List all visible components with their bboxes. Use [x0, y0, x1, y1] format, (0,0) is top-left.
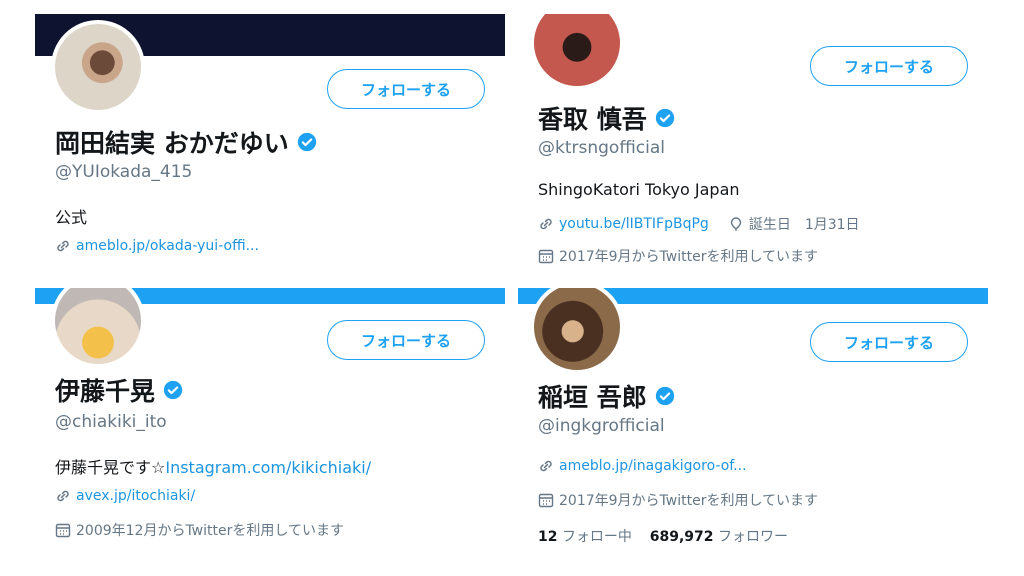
following-count: 12: [538, 529, 558, 545]
handle: @chiakiki_ito: [55, 412, 167, 432]
verified-badge-icon: [655, 108, 674, 128]
bio: 公式: [55, 208, 88, 227]
profile-card-inagaki: フォローする 稲垣 吾郎 @ingkgrofficial ameblo.jp/i…: [518, 288, 988, 558]
avatar[interactable]: [530, 288, 624, 374]
handle: @ktrsngofficial: [538, 138, 665, 158]
following-stat[interactable]: 12 フォロー中: [538, 529, 632, 545]
follow-button[interactable]: フォローする: [810, 46, 968, 86]
link-icon: [540, 460, 552, 472]
profile-link[interactable]: avex.jp/itochiaki/: [55, 488, 195, 504]
display-name-text: 岡田結実 おかだゆい: [55, 129, 289, 158]
joined-date: 2009年12月からTwitterを利用しています: [55, 520, 344, 540]
followers-label: フォロワー: [717, 529, 788, 545]
calendar-icon: [538, 493, 554, 508]
verified-badge-icon: [297, 132, 316, 152]
bio: 伊藤千晃です☆Instagram.com/kikichiaki/: [55, 454, 371, 478]
bio: ShingoKatori Tokyo Japan: [538, 180, 740, 199]
birthday: 誕生日 1月31日: [748, 217, 860, 233]
joined-text: 2009年12月からTwitterを利用しています: [76, 523, 344, 539]
follow-button[interactable]: フォローする: [810, 322, 968, 362]
profile-link[interactable]: ameblo.jp/okada-yui-offi...: [55, 238, 259, 254]
verified-badge-icon: [163, 380, 183, 400]
display-name: 稲垣 吾郎: [538, 378, 675, 414]
link-icon: [540, 218, 552, 230]
followers-stat[interactable]: 689,972 フォロワー: [650, 529, 788, 545]
link-icon: [57, 490, 69, 502]
display-name: 伊藤千晃: [55, 372, 183, 408]
bio-text: 伊藤千晃です☆: [55, 458, 166, 477]
joined-date: 2017年9月からTwitterを利用しています: [538, 490, 818, 510]
profile-link[interactable]: ameblo.jp/inagakigoro-of...: [538, 458, 747, 474]
follow-button[interactable]: フォローする: [327, 69, 485, 109]
calendar-icon: [538, 249, 554, 264]
profile-link-text[interactable]: ameblo.jp/inagakigoro-of...: [559, 458, 747, 474]
balloon-icon: [730, 217, 742, 231]
avatar[interactable]: [51, 20, 145, 114]
follow-button[interactable]: フォローする: [327, 320, 485, 360]
profile-link-text[interactable]: ameblo.jp/okada-yui-offi...: [76, 238, 259, 254]
handle: @ingkgrofficial: [538, 416, 665, 436]
link-icon: [57, 240, 69, 252]
verified-badge-icon: [655, 386, 674, 406]
profile-link-text[interactable]: avex.jp/itochiaki/: [76, 488, 195, 504]
joined-text: 2017年9月からTwitterを利用しています: [559, 249, 819, 265]
followers-count: 689,972: [649, 529, 714, 545]
profile-meta-row: youtu.be/lIBTIFpBqPg 誕生日 1月31日: [538, 214, 860, 234]
joined-text: 2017年9月からTwitterを利用しています: [559, 493, 819, 509]
display-name-text: 稲垣 吾郎: [538, 383, 647, 412]
profile-link-text[interactable]: youtu.be/lIBTIFpBqPg: [559, 216, 709, 232]
follow-stats: 12 フォロー中 689,972 フォロワー: [538, 526, 788, 546]
calendar-icon: [55, 523, 71, 538]
handle: @YUIokada_415: [55, 162, 193, 182]
display-name: 岡田結実 おかだゆい: [55, 124, 317, 160]
profile-card-ito: フォローする 伊藤千晃 @chiakiki_ito 伊藤千晃です☆Instagr…: [35, 288, 505, 558]
joined-date: 2017年9月からTwitterを利用しています: [538, 246, 818, 266]
following-label: フォロー中: [561, 529, 632, 545]
avatar[interactable]: [530, 14, 624, 90]
bio-instagram-link[interactable]: Instagram.com/kikichiaki/: [165, 458, 371, 477]
display-name-text: 香取 慎吾: [538, 105, 647, 134]
display-name: 香取 慎吾: [538, 100, 675, 136]
profile-card-okada: フォローする 岡田結実 おかだゆい @YUIokada_415 公式 amebl…: [35, 14, 505, 276]
avatar[interactable]: [51, 288, 145, 368]
display-name-text: 伊藤千晃: [55, 377, 156, 406]
profile-card-katori: フォローする 香取 慎吾 @ktrsngofficial ShingoKator…: [518, 14, 988, 276]
